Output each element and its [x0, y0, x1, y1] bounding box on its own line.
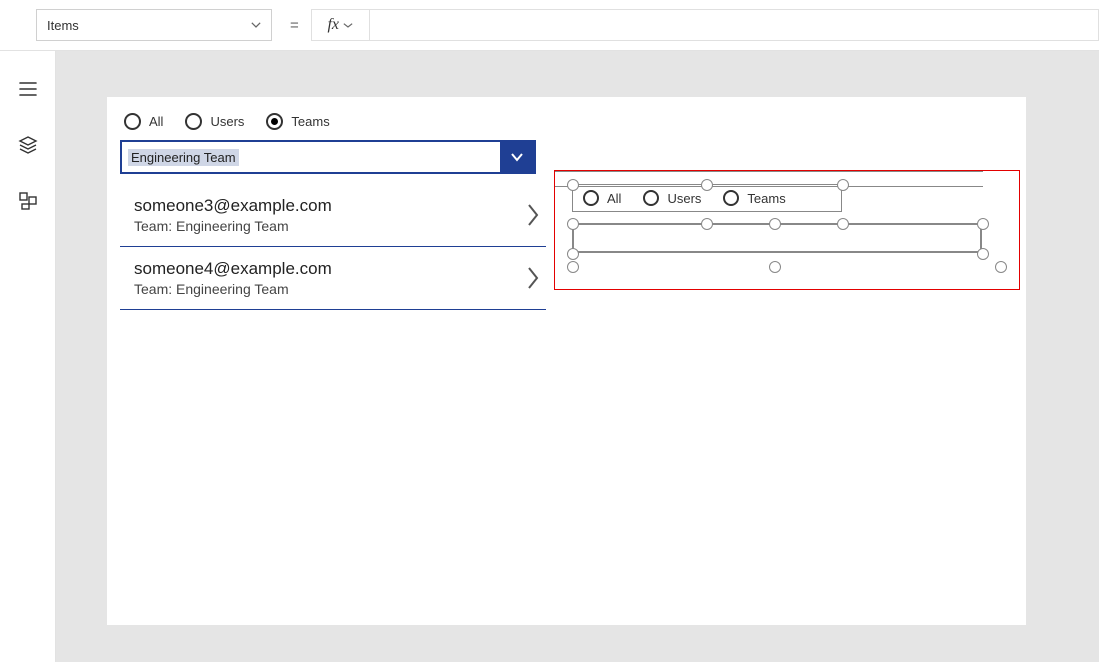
radio-circle-icon [643, 190, 659, 206]
radio-all[interactable]: All [124, 113, 163, 130]
list-item-title: someone3@example.com [134, 196, 332, 216]
selection-handle[interactable] [567, 179, 579, 191]
radio-users[interactable]: Users [643, 190, 701, 206]
selection-handle[interactable] [837, 179, 849, 191]
radio-circle-icon [583, 190, 599, 206]
equals-label: = [290, 17, 299, 34]
team-dropdown-value-wrap: Engineering Team [122, 142, 500, 172]
chevron-right-icon [526, 265, 540, 291]
selection-handle[interactable] [837, 218, 849, 230]
selection-handle[interactable] [567, 248, 579, 260]
radio-circle-checked-icon [266, 113, 283, 130]
result-list: someone3@example.com Team: Engineering T… [120, 184, 546, 310]
screen-left: All Users Teams Engineering Team [120, 107, 546, 310]
property-dropdown-value: Items [47, 18, 79, 33]
formula-bar: Items = fx [0, 0, 1099, 51]
chevron-right-icon [526, 202, 540, 228]
selection-handle[interactable] [701, 218, 713, 230]
grid-icon[interactable] [18, 191, 38, 211]
tool-rail [0, 51, 56, 662]
selection-handle[interactable] [995, 261, 1007, 273]
radio-group-designer: All Users Teams [573, 190, 786, 206]
fx-label: fx [327, 16, 339, 34]
list-item-text: someone4@example.com Team: Engineering T… [134, 259, 332, 297]
team-dropdown-button[interactable] [500, 142, 534, 172]
selection-handle[interactable] [769, 218, 781, 230]
selection-handle[interactable] [567, 261, 579, 273]
fx-button[interactable]: fx [311, 9, 369, 41]
canvas[interactable]: All Users Teams Engineering Team [56, 51, 1099, 662]
list-item-sub: Team: Engineering Team [134, 281, 332, 297]
formula-input[interactable] [369, 9, 1099, 41]
selection-handle[interactable] [701, 179, 713, 191]
radio-circle-icon [723, 190, 739, 206]
radio-users-label: Users [667, 191, 701, 206]
radio-teams[interactable]: Teams [723, 190, 785, 206]
radio-all-label: All [149, 114, 163, 129]
radio-teams-label: Teams [747, 191, 785, 206]
radio-circle-icon [124, 113, 141, 130]
radio-circle-icon [185, 113, 202, 130]
radio-users-label: Users [210, 114, 244, 129]
radio-group-left: All Users Teams [120, 107, 546, 140]
list-item-title: someone4@example.com [134, 259, 332, 279]
chevron-down-icon [251, 22, 261, 28]
main-area: All Users Teams Engineering Team [0, 51, 1099, 662]
radio-teams-label: Teams [291, 114, 329, 129]
list-item-text: someone3@example.com Team: Engineering T… [134, 196, 332, 234]
radio-teams[interactable]: Teams [266, 113, 329, 130]
team-dropdown-value: Engineering Team [128, 149, 239, 166]
designer-selection[interactable]: All Users Teams [554, 170, 1020, 290]
radio-all-label: All [607, 191, 621, 206]
app-frame: All Users Teams Engineering Team [107, 97, 1026, 625]
radio-all[interactable]: All [583, 190, 621, 206]
selection-handle[interactable] [769, 261, 781, 273]
hamburger-icon[interactable] [18, 79, 38, 99]
selection-handle[interactable] [567, 218, 579, 230]
list-item[interactable]: someone4@example.com Team: Engineering T… [120, 247, 546, 310]
list-item[interactable]: someone3@example.com Team: Engineering T… [120, 184, 546, 247]
layers-icon[interactable] [18, 135, 38, 155]
property-dropdown[interactable]: Items [36, 9, 272, 41]
list-item-sub: Team: Engineering Team [134, 218, 332, 234]
chevron-down-icon [343, 22, 353, 28]
radio-users[interactable]: Users [185, 113, 244, 130]
team-dropdown[interactable]: Engineering Team [120, 140, 536, 174]
selection-handle[interactable] [977, 248, 989, 260]
selection-handle[interactable] [977, 218, 989, 230]
